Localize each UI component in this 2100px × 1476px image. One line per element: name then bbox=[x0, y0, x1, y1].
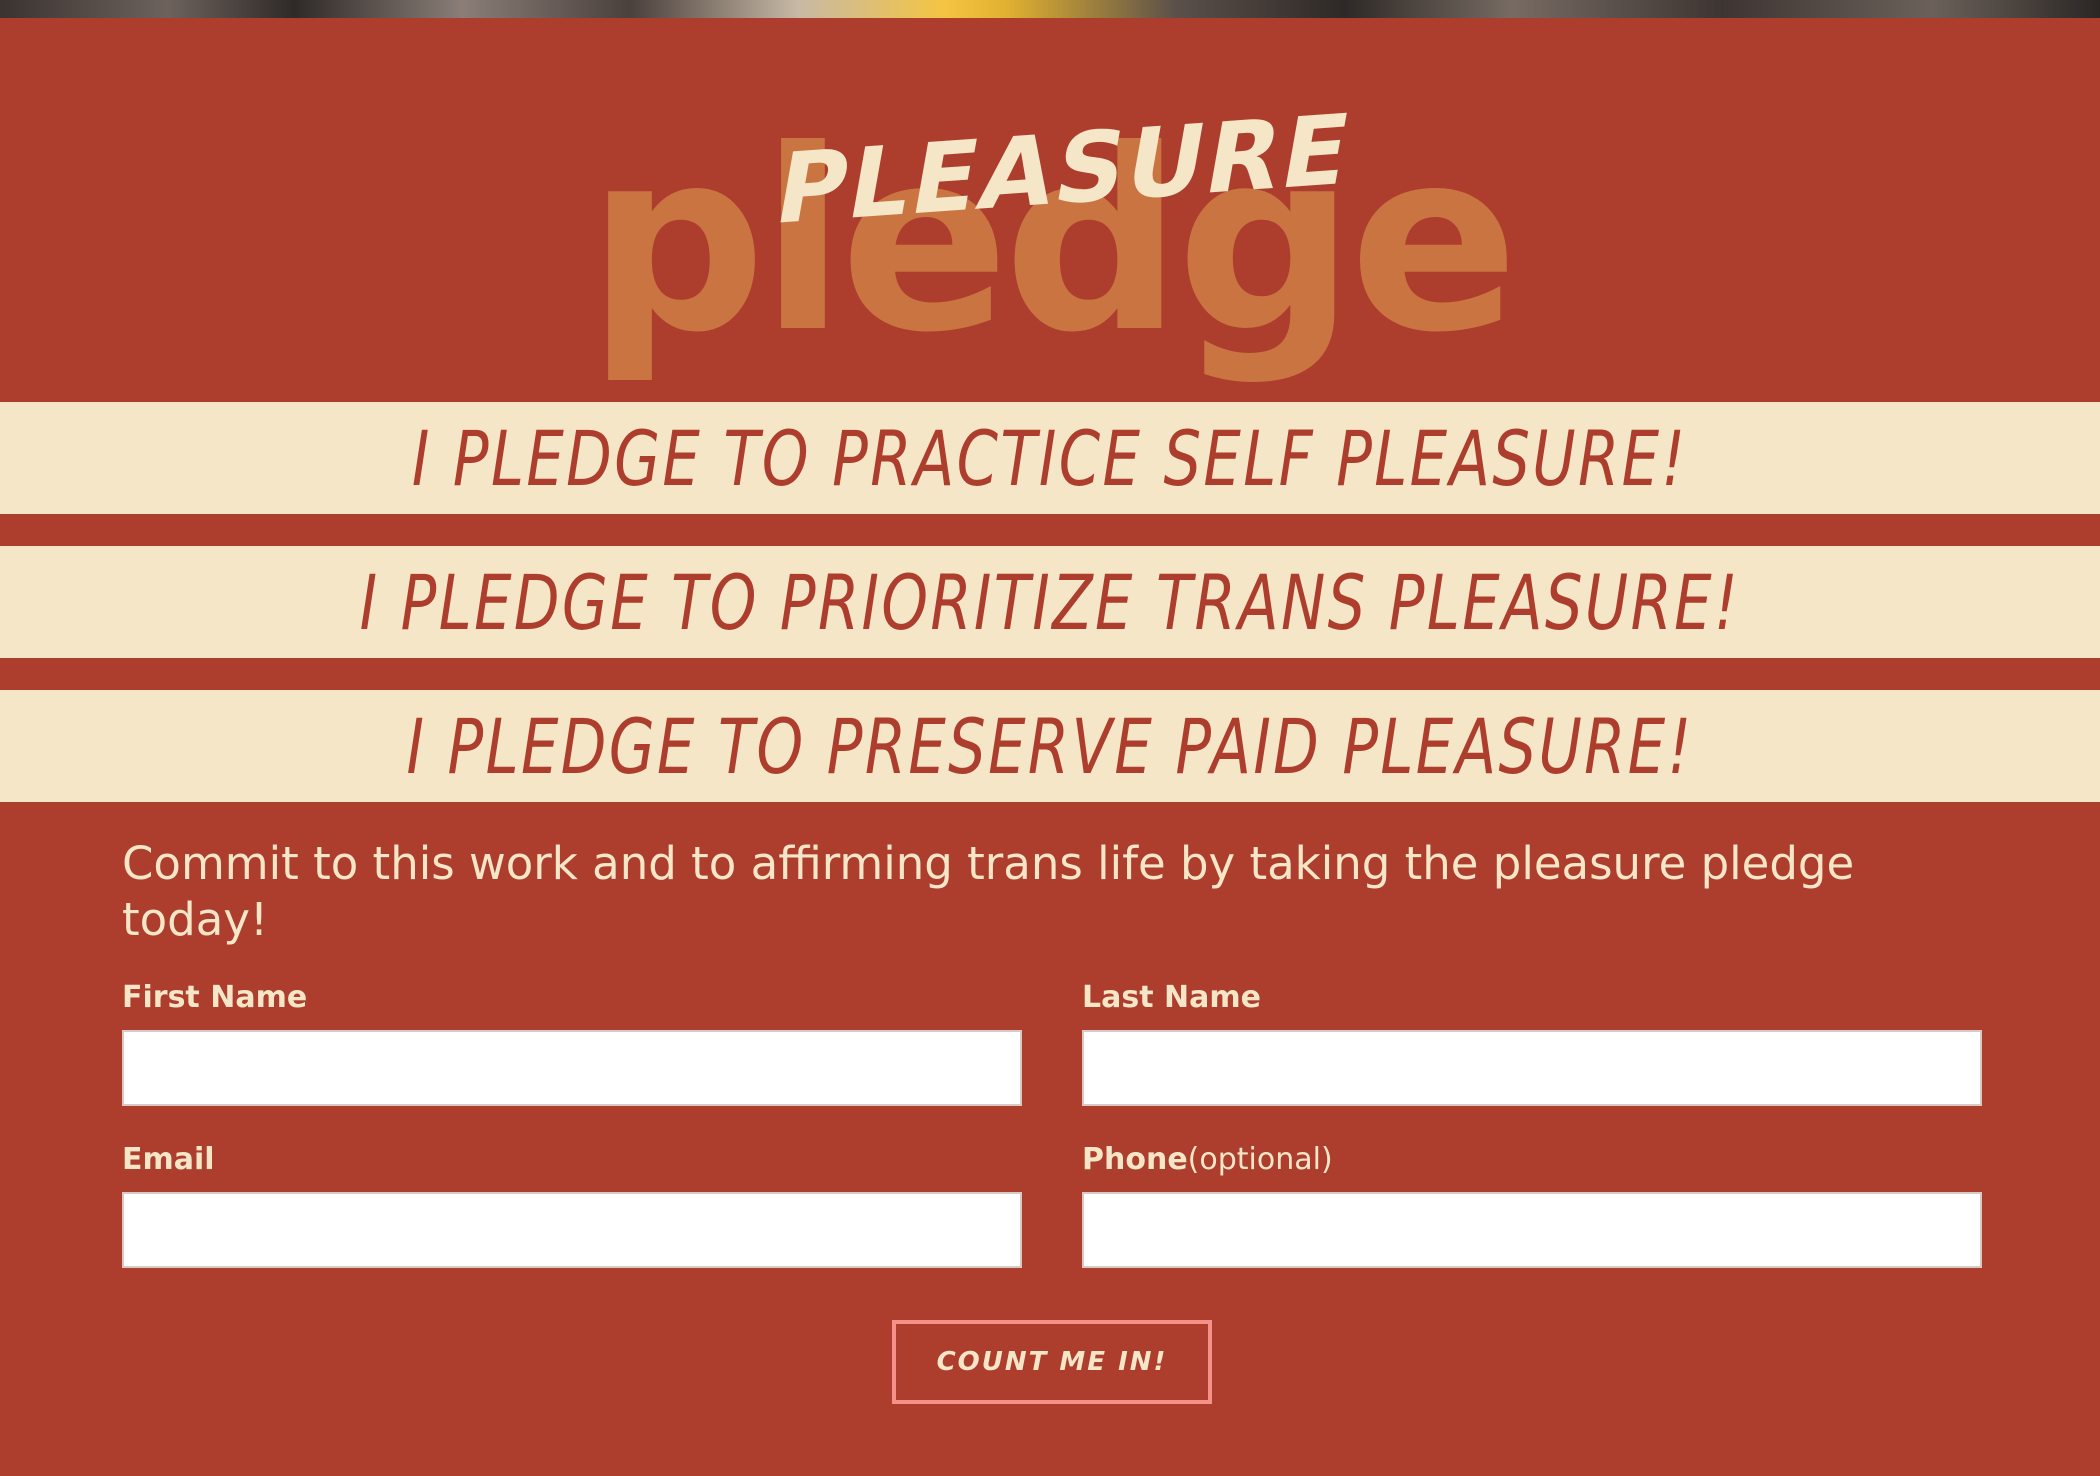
count-me-in-button[interactable]: Count me in! bbox=[892, 1320, 1212, 1404]
phone-optional-note: (optional) bbox=[1187, 1142, 1333, 1177]
pledge-text: I pledge to practice self pleasure! bbox=[412, 413, 1688, 503]
pledge-banner: I pledge to prioritize trans pleasure! bbox=[0, 546, 2100, 658]
last-name-input[interactable] bbox=[1082, 1030, 1982, 1106]
phone-input[interactable] bbox=[1082, 1192, 1982, 1268]
header-photo-strip bbox=[0, 0, 2100, 18]
pledge-text: I pledge to prioritize trans pleasure! bbox=[359, 557, 1741, 647]
email-input[interactable] bbox=[122, 1192, 1022, 1268]
first-name-label: First Name bbox=[122, 980, 308, 1015]
phone-label-group: Phone(optional) bbox=[1082, 1142, 1333, 1177]
pledge-panel: pledge PLEASURE I pledge to practice sel… bbox=[0, 18, 2100, 1476]
pledge-banner: I pledge to practice self pleasure! bbox=[0, 402, 2100, 514]
phone-label: Phone bbox=[1082, 1142, 1188, 1177]
pledge-banner: I pledge to preserve paid pleasure! bbox=[0, 690, 2100, 802]
email-label: Email bbox=[122, 1142, 215, 1177]
last-name-label: Last Name bbox=[1082, 980, 1261, 1015]
first-name-input[interactable] bbox=[122, 1030, 1022, 1106]
pleasure-pledge-logo: pledge PLEASURE bbox=[0, 18, 2100, 418]
intro-text: Commit to this work and to affirming tra… bbox=[122, 837, 1855, 946]
pledge-text: I pledge to preserve paid pleasure! bbox=[406, 701, 1694, 791]
